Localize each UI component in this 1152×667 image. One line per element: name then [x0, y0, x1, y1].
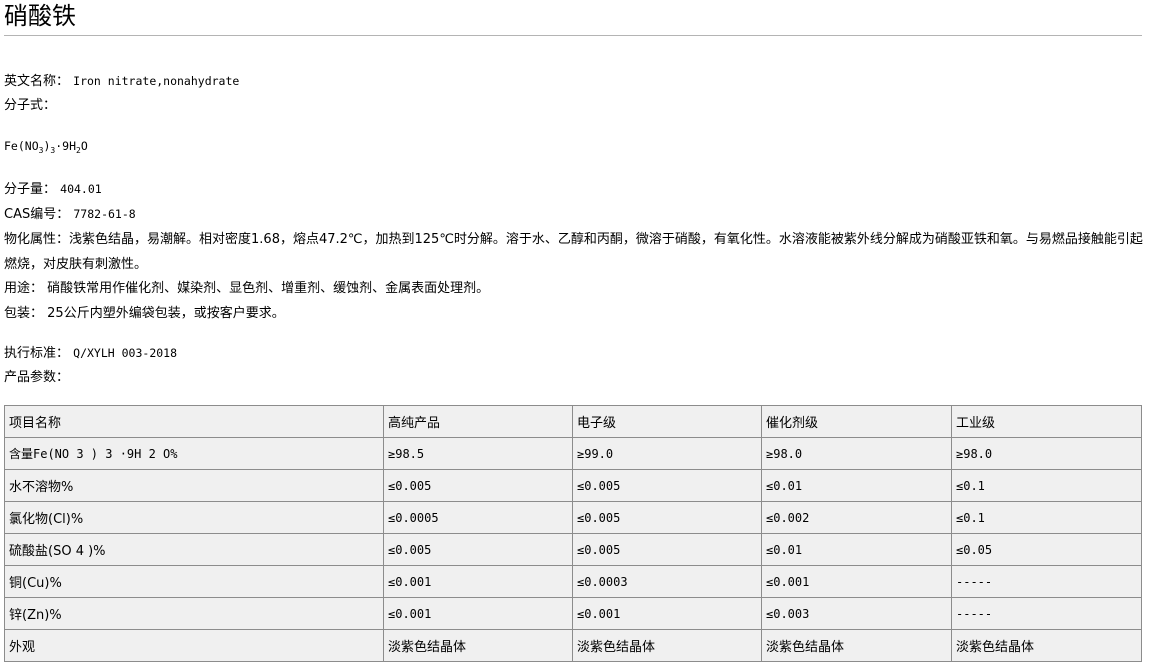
usage-label: 用途：	[4, 281, 44, 296]
table-cell: ≥98.0	[761, 437, 952, 470]
table-cell: 锌(Zn)%	[4, 597, 384, 630]
header-cell: 项目名称	[4, 405, 384, 438]
table-row: 外观 淡紫色结晶体 淡紫色结晶体 淡紫色结晶体 淡紫色结晶体	[4, 629, 1142, 662]
packaging-label: 包装：	[4, 306, 44, 321]
table-cell: 硫酸盐(SO 4 )%	[4, 533, 384, 566]
header-cell: 催化剂级	[761, 405, 952, 438]
table-cell: ≤0.1	[951, 469, 1142, 502]
table-cell: ≤0.1	[951, 501, 1142, 534]
table-cell: ≤0.0005	[383, 501, 573, 534]
table-cell: ≤0.05	[951, 533, 1142, 566]
packaging-row: 包装： 25公斤内塑外编袋包装，或按客户要求。	[4, 306, 285, 322]
table-cell: ≤0.0003	[572, 565, 762, 598]
table-cell: 淡紫色结晶体	[761, 629, 952, 662]
table-cell: 含量Fe(NO 3 ) 3 ·9H 2 O%	[4, 437, 384, 470]
packaging-value: 25公斤内塑外编袋包装，或按客户要求。	[47, 306, 285, 321]
english-name-label: 英文名称：	[4, 74, 70, 89]
molecular-formula: Fe(NO3)3·9H2O	[4, 138, 88, 159]
table-cell: 水不溶物%	[4, 469, 384, 502]
cas-row: CAS编号： 7782-61-8	[4, 206, 136, 223]
properties-row: 物化属性：浅紫色结晶，易潮解。相对密度1.68，熔点47.2℃，加热到125℃时…	[4, 227, 1144, 277]
table-row: 含量Fe(NO 3 ) 3 ·9H 2 O% ≥98.5 ≥99.0 ≥98.0…	[4, 437, 1142, 470]
table-cell: ≤0.005	[572, 501, 762, 534]
cas-value: 7782-61-8	[73, 207, 136, 221]
table-cell: ≤0.005	[383, 533, 573, 566]
product-parameters-table: 项目名称 高纯产品 电子级 催化剂级 工业级 含量Fe(NO 3 ) 3 ·9H…	[4, 405, 1142, 662]
usage-value: 硝酸铁常用作催化剂、媒染剂、显色剂、增重剂、缓蚀剂、金属表面处理剂。	[47, 281, 490, 296]
header-cell: 高纯产品	[383, 405, 573, 438]
table-cell: 氯化物(Cl)%	[4, 501, 384, 534]
table-row: 锌(Zn)% ≤0.001 ≤0.001 ≤0.003 -----	[4, 597, 1142, 630]
standard-value: Q/XYLH 003-2018	[73, 346, 178, 360]
table-cell: ≤0.005	[383, 469, 573, 502]
table-cell: ≤0.001	[383, 597, 573, 630]
usage-row: 用途： 硝酸铁常用作催化剂、媒染剂、显色剂、增重剂、缓蚀剂、金属表面处理剂。	[4, 281, 489, 297]
table-row: 水不溶物% ≤0.005 ≤0.005 ≤0.01 ≤0.1	[4, 469, 1142, 502]
table-cell: ≤0.001	[572, 597, 762, 630]
formula-part: O	[80, 139, 88, 153]
table-row: 硫酸盐(SO 4 )% ≤0.005 ≤0.005 ≤0.01 ≤0.05	[4, 533, 1142, 566]
table-cell: 淡紫色结晶体	[572, 629, 762, 662]
properties-value: 浅紫色结晶，易潮解。相对密度1.68，熔点47.2℃，加热到125℃时分解。溶于…	[4, 232, 1143, 272]
formula-part: ·9H	[55, 139, 76, 153]
formula-label: 分子式：	[4, 98, 57, 113]
table-header-row: 项目名称 高纯产品 电子级 催化剂级 工业级	[4, 405, 1142, 438]
table-cell: -----	[951, 565, 1142, 598]
english-name-value: Iron nitrate,nonahydrate	[73, 74, 240, 88]
table-cell: ≤0.005	[572, 533, 762, 566]
table-cell: 外观	[4, 629, 384, 662]
table-cell: ≥98.5	[383, 437, 573, 470]
table-cell: ≤0.01	[761, 533, 952, 566]
table-row: 铜(Cu)% ≤0.001 ≤0.0003 ≤0.001 -----	[4, 565, 1142, 598]
english-name-row: 英文名称： Iron nitrate,nonahydrate	[4, 73, 239, 90]
page-title: 硝酸铁	[4, 2, 76, 30]
table-cell: ≥99.0	[572, 437, 762, 470]
standard-row: 执行标准： Q/XYLH 003-2018	[4, 345, 177, 362]
header-cell: 工业级	[951, 405, 1142, 438]
table-cell: ≤0.01	[761, 469, 952, 502]
table-cell: ≥98.0	[951, 437, 1142, 470]
molecular-weight-label: 分子量：	[4, 182, 57, 197]
title-divider	[4, 35, 1142, 36]
table-cell: ≤0.002	[761, 501, 952, 534]
molecular-weight-row: 分子量： 404.01	[4, 181, 102, 198]
table-cell: ≤0.003	[761, 597, 952, 630]
table-cell: ≤0.001	[383, 565, 573, 598]
molecular-weight-value: 404.01	[60, 182, 102, 196]
table-cell: 淡紫色结晶体	[383, 629, 573, 662]
table-cell: 铜(Cu)%	[4, 565, 384, 598]
standard-label: 执行标准：	[4, 346, 70, 361]
table-cell: 淡紫色结晶体	[951, 629, 1142, 662]
properties-label: 物化属性：	[4, 232, 70, 247]
table-cell: ≤0.005	[572, 469, 762, 502]
table-cell: ≤0.001	[761, 565, 952, 598]
table-cell: -----	[951, 597, 1142, 630]
header-cell: 电子级	[572, 405, 762, 438]
cas-label: CAS编号：	[4, 207, 70, 222]
params-label: 产品参数：	[4, 370, 70, 385]
table-row: 氯化物(Cl)% ≤0.0005 ≤0.005 ≤0.002 ≤0.1	[4, 501, 1142, 534]
formula-part: Fe(NO	[4, 139, 39, 153]
